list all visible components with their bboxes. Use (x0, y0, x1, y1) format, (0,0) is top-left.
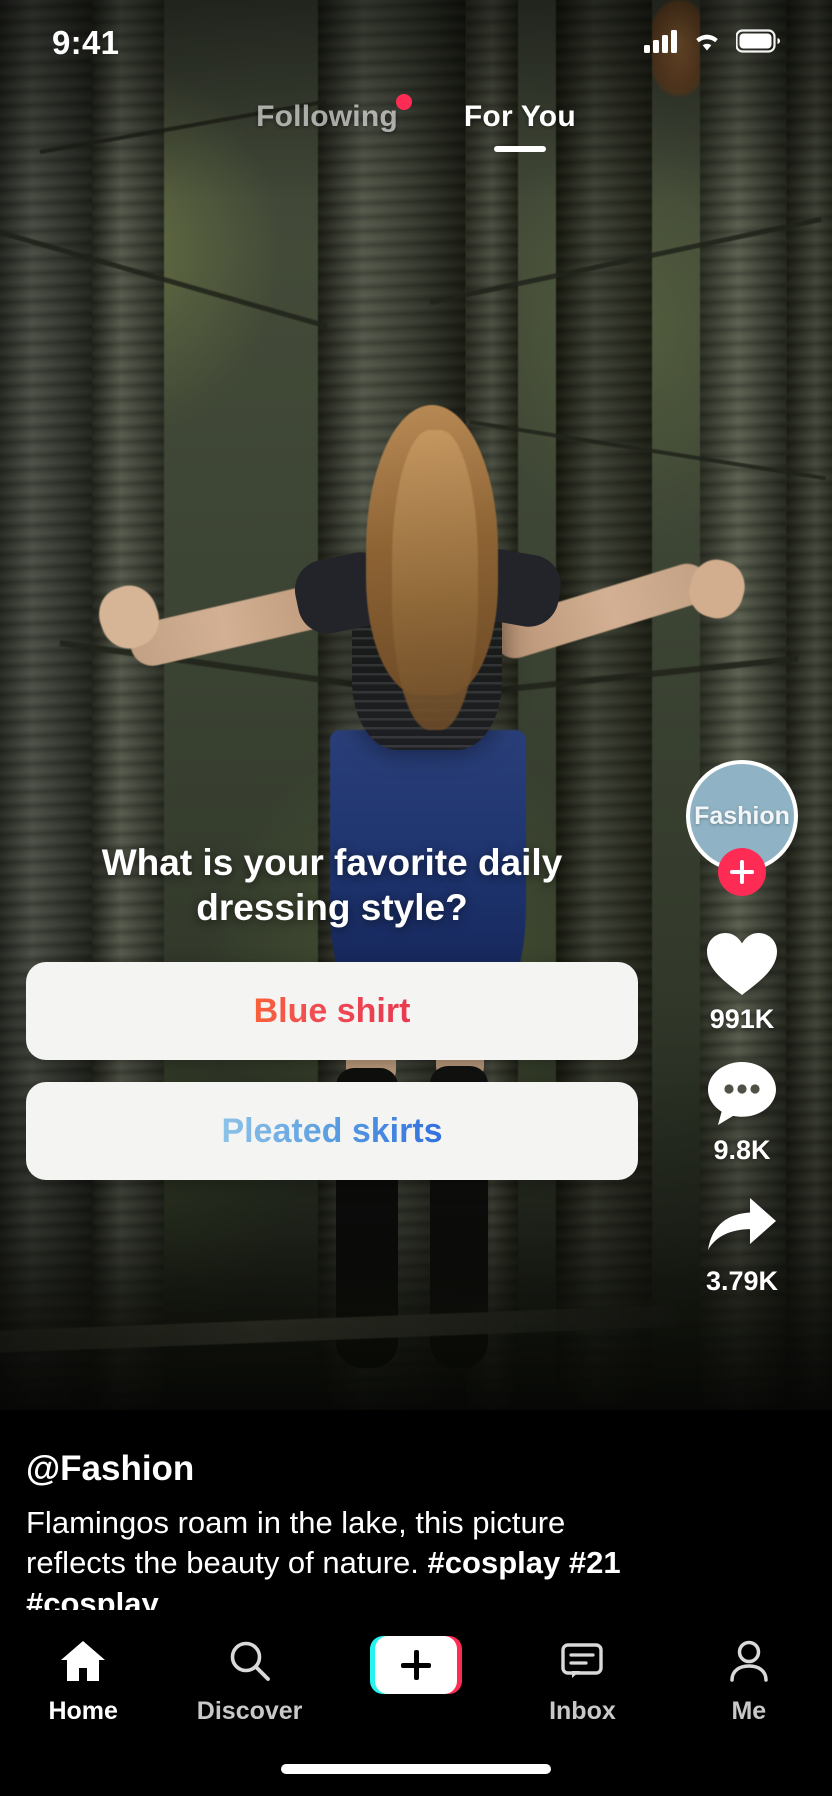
avatar[interactable]: Fashion (686, 760, 798, 896)
cellular-signal-icon (644, 29, 678, 58)
poll-sticker: What is your favorite daily dressing sty… (0, 840, 664, 1181)
wifi-icon (691, 29, 723, 58)
like-count: 991K (709, 1004, 775, 1034)
comment-icon (704, 1057, 780, 1131)
action-rail: Fashion 991K 9.8K 3.79K (676, 760, 808, 1319)
poll-option-label: Pleated skirts (221, 1111, 443, 1150)
tiktok-video-screen: 9:41 Following For You What is your favo… (0, 0, 832, 1796)
nav-label-discover: Discover (196, 1697, 303, 1725)
nav-item-create[interactable] (333, 1636, 499, 1705)
tab-following[interactable]: Following (256, 94, 412, 144)
share-button[interactable]: 3.79K (702, 1188, 782, 1297)
status-clock: 9:41 (52, 24, 120, 61)
avatar-label: Fashion (694, 801, 790, 830)
poll-question: What is your favorite daily dressing sty… (101, 842, 563, 929)
person-icon (725, 1636, 773, 1686)
tab-following-label: Following (256, 100, 398, 133)
poll-option-pleated-skirts[interactable]: Pleated skirts (26, 1082, 638, 1181)
nav-item-discover[interactable]: Discover (166, 1636, 332, 1726)
home-icon (59, 1636, 107, 1686)
author-username[interactable]: @Fashion (26, 1449, 638, 1489)
poll-option-label: Blue shirt (253, 991, 411, 1030)
status-indicators (644, 28, 780, 58)
nav-label-home: Home (48, 1697, 118, 1725)
status-bar: 9:41 (0, 0, 832, 86)
share-count: 3.79K (705, 1266, 779, 1296)
nav-label-inbox: Inbox (549, 1697, 616, 1725)
share-icon (702, 1188, 782, 1262)
comment-count: 9.8K (713, 1135, 771, 1165)
comment-button[interactable]: 9.8K (704, 1057, 780, 1166)
nav-item-inbox[interactable]: Inbox (499, 1636, 665, 1726)
heart-icon (703, 926, 781, 1000)
notification-dot-icon (395, 94, 412, 110)
search-icon (226, 1636, 274, 1686)
inbox-icon (558, 1636, 606, 1686)
tab-for-you-label: For You (463, 100, 576, 133)
like-button[interactable]: 991K (703, 926, 781, 1035)
follow-button[interactable] (718, 848, 766, 896)
poll-option-blue-shirt[interactable]: Blue shirt (26, 962, 638, 1061)
caption-text: Flamingos roam in the lake, this picture… (26, 1503, 638, 1624)
nav-item-home[interactable]: Home (0, 1636, 166, 1726)
create-icon[interactable] (370, 1636, 463, 1694)
battery-icon (735, 28, 780, 58)
home-indicator (281, 1764, 551, 1774)
feed-tabs: Following For You (0, 94, 832, 144)
tab-for-you[interactable]: For You (464, 100, 576, 144)
nav-label-me: Me (731, 1697, 767, 1725)
nav-item-me[interactable]: Me (666, 1636, 832, 1726)
poll-options: Blue shirt Pleated skirts (26, 962, 638, 1181)
